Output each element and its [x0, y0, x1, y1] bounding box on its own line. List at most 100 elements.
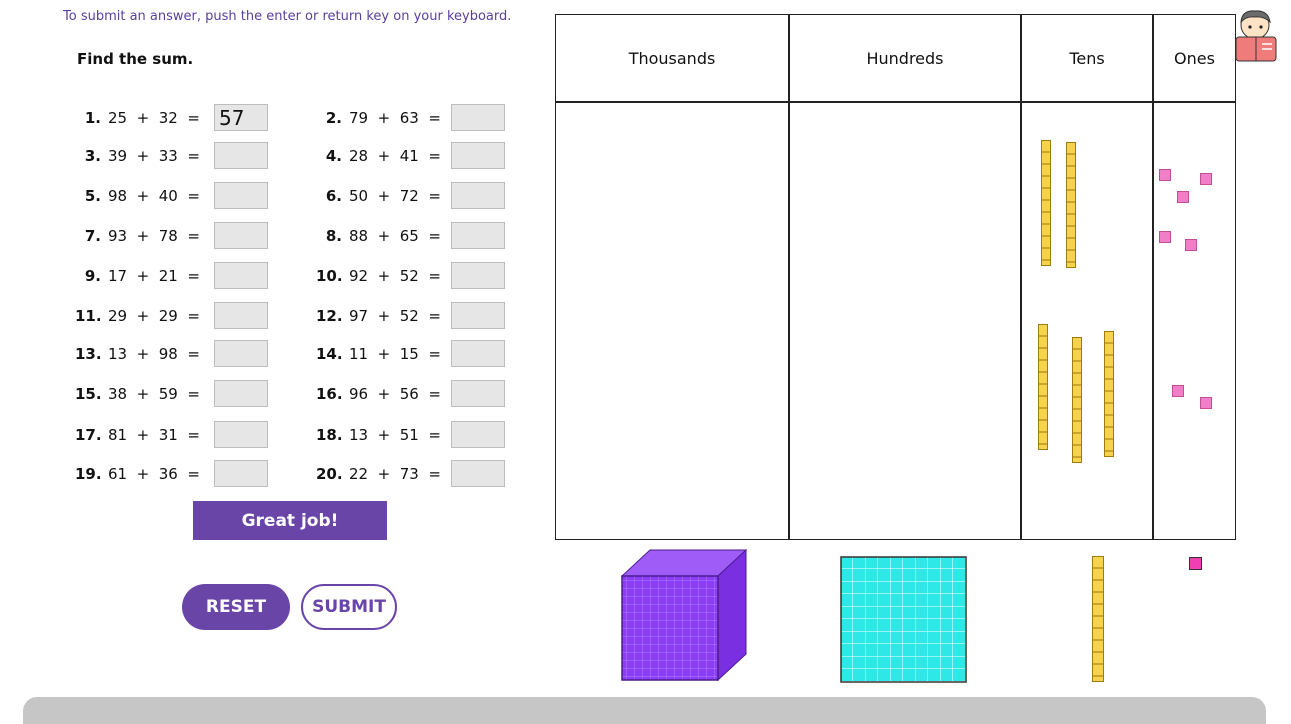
problem-20: 20. 22 + 73 =: [316, 459, 441, 489]
problem-equation: 88 + 65 =: [349, 227, 441, 245]
instructions-text: To submit an answer, push the enter or r…: [63, 9, 512, 24]
problem-equation: 39 + 33 =: [108, 147, 200, 165]
problem-equation: 28 + 41 =: [349, 147, 441, 165]
answer-input-15[interactable]: [214, 380, 268, 407]
answer-input-3[interactable]: [214, 142, 268, 169]
problem-18: 18. 13 + 51 =: [316, 420, 441, 450]
answer-input-11[interactable]: [214, 302, 268, 329]
answer-input-7[interactable]: [214, 222, 268, 249]
problem-equation: 96 + 56 =: [349, 385, 441, 403]
bottom-bar: [23, 697, 1266, 724]
answer-input-18[interactable]: [451, 421, 505, 448]
ones-unit[interactable]: [1200, 173, 1212, 185]
ones-unit[interactable]: [1185, 239, 1197, 251]
tens-rod[interactable]: [1041, 140, 1051, 266]
problem-equation: 17 + 21 =: [108, 267, 200, 285]
problem-number: 5.: [84, 187, 101, 205]
problem-number: 4.: [325, 147, 342, 165]
submit-button[interactable]: SUBMIT: [301, 584, 397, 630]
problem-number: 19.: [75, 465, 102, 483]
answer-input-8[interactable]: [451, 222, 505, 249]
problem-equation: 13 + 98 =: [108, 345, 200, 363]
problem-11: 11. 29 + 29 =: [75, 301, 200, 331]
answer-input-6[interactable]: [451, 182, 505, 209]
problem-equation: 93 + 78 =: [108, 227, 200, 245]
answer-input-5[interactable]: [214, 182, 268, 209]
answer-input-4[interactable]: [451, 142, 505, 169]
problem-equation: 98 + 40 =: [108, 187, 200, 205]
problem-1: 1. 25 + 32 =: [75, 103, 200, 133]
problem-number: 13.: [75, 345, 102, 363]
answer-input-13[interactable]: [214, 340, 268, 367]
problem-9: 9. 17 + 21 =: [75, 261, 200, 291]
ones-unit[interactable]: [1172, 385, 1184, 397]
answer-input-19[interactable]: [214, 460, 268, 487]
problem-2: 2. 79 + 63 =: [316, 103, 441, 133]
ones-unit-source[interactable]: [1189, 557, 1202, 570]
hundreds-flat-block[interactable]: [840, 556, 968, 684]
problem-10: 10. 92 + 52 =: [316, 261, 441, 291]
problem-number: 11.: [75, 307, 102, 325]
tens-rod[interactable]: [1066, 142, 1076, 268]
problem-12: 12. 97 + 52 =: [316, 301, 441, 331]
tens-rod[interactable]: [1104, 331, 1114, 457]
answer-input-12[interactable]: [451, 302, 505, 329]
problem-number: 12.: [316, 307, 343, 325]
problem-equation: 11 + 15 =: [349, 345, 441, 363]
ones-unit[interactable]: [1159, 231, 1171, 243]
problem-13: 13. 13 + 98 =: [75, 339, 200, 369]
answer-input-20[interactable]: [451, 460, 505, 487]
problem-number: 6.: [325, 187, 342, 205]
answer-input-10[interactable]: [451, 262, 505, 289]
feedback-banner: Great job!: [193, 501, 387, 540]
problem-number: 14.: [316, 345, 343, 363]
problem-equation: 13 + 51 =: [349, 426, 441, 444]
problem-equation: 38 + 59 =: [108, 385, 200, 403]
problem-number: 3.: [84, 147, 101, 165]
column-header-hundreds: Hundreds: [866, 48, 944, 68]
column-header-ones: Ones: [1174, 48, 1215, 68]
answer-input-9[interactable]: [214, 262, 268, 289]
problem-equation: 81 + 31 =: [108, 426, 200, 444]
problem-number: 18.: [316, 426, 343, 444]
ones-unit[interactable]: [1200, 397, 1212, 409]
answer-input-14[interactable]: [451, 340, 505, 367]
problem-16: 16. 96 + 56 =: [316, 379, 441, 409]
column-header-tens: Tens: [1069, 48, 1105, 68]
problem-3: 3. 39 + 33 =: [75, 141, 200, 171]
problem-equation: 97 + 52 =: [349, 307, 441, 325]
problem-8: 8. 88 + 65 =: [316, 221, 441, 251]
ones-unit[interactable]: [1177, 191, 1189, 203]
problem-number: 20.: [316, 465, 343, 483]
tens-rod-source[interactable]: [1092, 556, 1104, 682]
problem-number: 7.: [84, 227, 101, 245]
problem-equation: 61 + 36 =: [108, 465, 200, 483]
answer-input-17[interactable]: [214, 421, 268, 448]
tens-rod[interactable]: [1038, 324, 1048, 450]
ones-unit[interactable]: [1159, 169, 1171, 181]
column-header-thousands: Thousands: [628, 48, 716, 68]
problem-7: 7. 93 + 78 =: [75, 221, 200, 251]
problem-equation: 50 + 72 =: [349, 187, 441, 205]
problem-equation: 92 + 52 =: [349, 267, 441, 285]
problem-number: 1.: [84, 109, 101, 127]
problem-number: 9.: [84, 267, 101, 285]
problem-5: 5. 98 + 40 =: [75, 181, 200, 211]
problem-6: 6. 50 + 72 =: [316, 181, 441, 211]
problem-number: 16.: [316, 385, 343, 403]
problem-4: 4. 28 + 41 =: [316, 141, 441, 171]
thousands-cube-block[interactable]: [618, 548, 750, 684]
answer-input-16[interactable]: [451, 380, 505, 407]
problem-number: 8.: [325, 227, 342, 245]
problem-equation: 79 + 63 =: [349, 109, 441, 127]
answer-input-1[interactable]: [214, 104, 268, 131]
problem-equation: 29 + 29 =: [108, 307, 200, 325]
problem-15: 15. 38 + 59 =: [75, 379, 200, 409]
answer-input-2[interactable]: [451, 104, 505, 131]
problem-equation: 25 + 32 =: [108, 109, 200, 127]
tens-rod[interactable]: [1072, 337, 1082, 463]
worksheet-heading: Find the sum.: [77, 50, 194, 68]
reset-button[interactable]: RESET: [182, 584, 290, 630]
problem-number: 17.: [75, 426, 102, 444]
problem-number: 10.: [316, 267, 343, 285]
